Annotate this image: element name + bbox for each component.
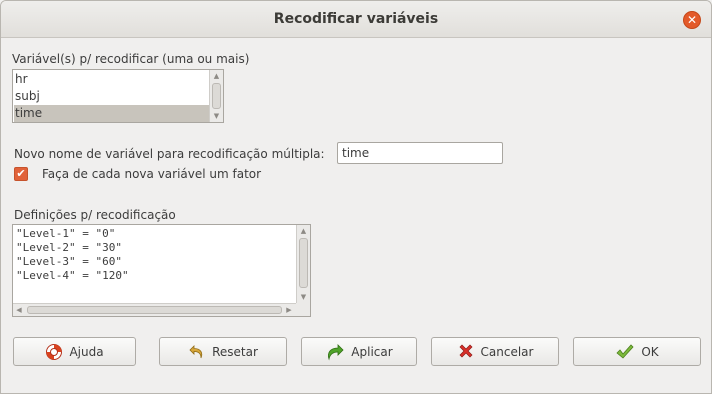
scroll-corner [296, 303, 310, 316]
apply-button-label: Aplicar [351, 344, 393, 359]
help-button[interactable]: Ajuda [13, 337, 136, 366]
ok-button-label: OK [641, 344, 659, 359]
definition-line: "Level-4" = "120" [16, 269, 129, 282]
scroll-up-icon[interactable]: ▲ [210, 70, 223, 82]
variables-scrollbar[interactable]: ▲ ▼ [209, 70, 223, 122]
close-icon: ✕ [686, 13, 698, 27]
variables-listbox[interactable]: hr subj time ▲ ▼ [12, 69, 224, 123]
undo-arrow-icon [189, 344, 203, 358]
scroll-thumb[interactable] [27, 306, 282, 314]
definitions-textarea[interactable]: "Level-1" = "0" "Level-2" = "30" "Level-… [12, 224, 311, 317]
scroll-thumb[interactable] [212, 83, 221, 109]
factor-label: Faça de cada nova variável um fator [42, 167, 262, 181]
new-name-input[interactable] [337, 142, 503, 164]
cancel-button[interactable]: Cancelar [431, 337, 559, 366]
ok-button[interactable]: OK [573, 337, 701, 366]
reset-button-label: Resetar [212, 344, 258, 359]
redo-arrow-icon [328, 343, 344, 361]
window-title: Recodificar variáveis [273, 11, 439, 27]
definitions-vscrollbar[interactable]: ▲ ▼ [296, 225, 310, 303]
definition-line: "Level-3" = "60" [16, 255, 122, 268]
definitions-hscrollbar[interactable]: ◀ ▶ [13, 303, 296, 316]
apply-button[interactable]: Aplicar [301, 337, 417, 366]
scroll-left-icon[interactable]: ◀ [13, 304, 25, 316]
list-item-hr[interactable]: hr [14, 71, 210, 88]
factor-checkbox[interactable]: ✔ [14, 167, 28, 181]
title-bar[interactable]: Recodificar variáveis ✕ [1, 1, 711, 38]
cancel-button-label: Cancelar [480, 344, 534, 359]
scroll-down-icon[interactable]: ▼ [210, 110, 223, 122]
recode-dialog: Recodificar variáveis ✕ Variável(s) p/ r… [0, 0, 712, 394]
new-name-label: Novo nome de variável para recodificação… [14, 147, 325, 161]
help-button-label: Ajuda [69, 344, 104, 359]
checkmark-icon [616, 343, 634, 359]
scroll-thumb[interactable] [299, 238, 308, 288]
close-button[interactable]: ✕ [683, 11, 701, 29]
scroll-down-icon[interactable]: ▼ [297, 291, 310, 303]
checkmark-icon: ✔ [16, 167, 26, 180]
definition-line: "Level-1" = "0" [16, 227, 116, 240]
variables-label: Variável(s) p/ recodificar (uma ou mais) [12, 52, 250, 66]
lifebuoy-icon [46, 343, 63, 360]
scroll-up-icon[interactable]: ▲ [297, 225, 310, 237]
definitions-label: Definições p/ recodificação [14, 208, 176, 222]
list-item-time[interactable]: time [14, 105, 210, 122]
red-x-icon [459, 344, 473, 357]
definition-line: "Level-2" = "30" [16, 241, 122, 254]
reset-button[interactable]: Resetar [159, 337, 287, 366]
scroll-right-icon[interactable]: ▶ [283, 304, 295, 316]
list-item-subj[interactable]: subj [14, 88, 210, 105]
